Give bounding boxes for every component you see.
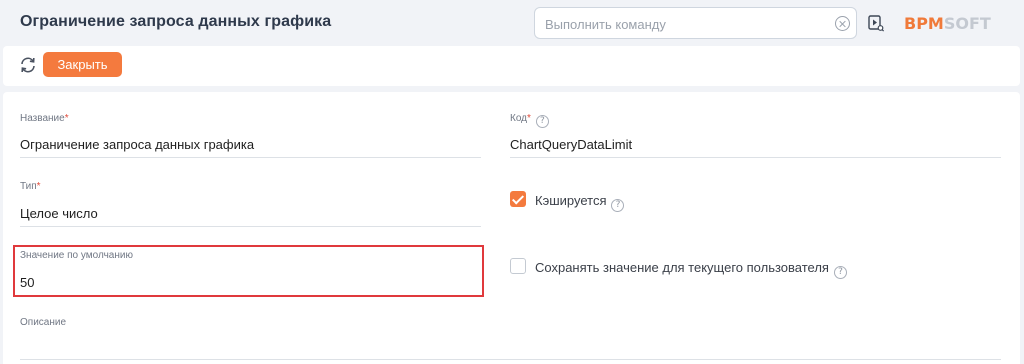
bpmsoft-logo: BPMSOFT: [904, 14, 991, 33]
logo-soft: SOFT: [943, 14, 991, 33]
clear-icon[interactable]: [835, 16, 850, 31]
code-underline: [510, 157, 1001, 158]
default-value-field[interactable]: 50: [20, 275, 34, 290]
description-underline: [20, 359, 1001, 360]
default-value-label: Значение по умолчанию: [20, 250, 133, 261]
page-header: Ограничение запроса данных графика BPMSO…: [0, 0, 1024, 46]
help-icon[interactable]: ?: [833, 266, 847, 279]
name-field[interactable]: Ограничение запроса данных графика: [20, 137, 254, 152]
code-label-text: Код: [510, 113, 528, 124]
help-icon[interactable]: ?: [611, 199, 625, 212]
code-label: Код*?: [510, 113, 549, 128]
help-icon[interactable]: ?: [535, 115, 549, 128]
save-for-user-label: Сохранять значение для текущего пользова…: [535, 260, 847, 279]
required-mark: *: [527, 113, 531, 124]
command-box[interactable]: [534, 7, 857, 39]
name-label: Название*: [20, 113, 69, 124]
toolbar: Закрыть: [3, 46, 1020, 86]
refresh-icon[interactable]: [19, 56, 37, 74]
cached-checkbox[interactable]: [510, 191, 526, 207]
type-field[interactable]: Целое число: [20, 206, 98, 221]
name-underline: [20, 157, 481, 158]
cached-label-text: Кэшируется: [535, 193, 607, 208]
type-label-text: Тип: [20, 181, 37, 192]
save-for-user-label-text: Сохранять значение для текущего пользова…: [535, 260, 829, 275]
page-title: Ограничение запроса данных графика: [20, 13, 332, 30]
name-label-text: Название: [20, 113, 65, 124]
type-underline: [20, 226, 481, 227]
command-input[interactable]: [545, 15, 825, 33]
close-button[interactable]: Закрыть: [43, 52, 122, 77]
description-label: Описание: [20, 317, 67, 328]
type-label: Тип*: [20, 181, 41, 192]
process-run-icon[interactable]: [868, 15, 884, 32]
required-mark: *: [36, 181, 41, 192]
form-panel: [3, 92, 1020, 364]
logo-bpm: BPM: [904, 14, 944, 33]
save-for-user-checkbox[interactable]: [510, 258, 526, 274]
required-mark: *: [64, 113, 69, 124]
code-field[interactable]: ChartQueryDataLimit: [510, 137, 632, 152]
cached-label: Кэшируется?: [535, 193, 625, 212]
